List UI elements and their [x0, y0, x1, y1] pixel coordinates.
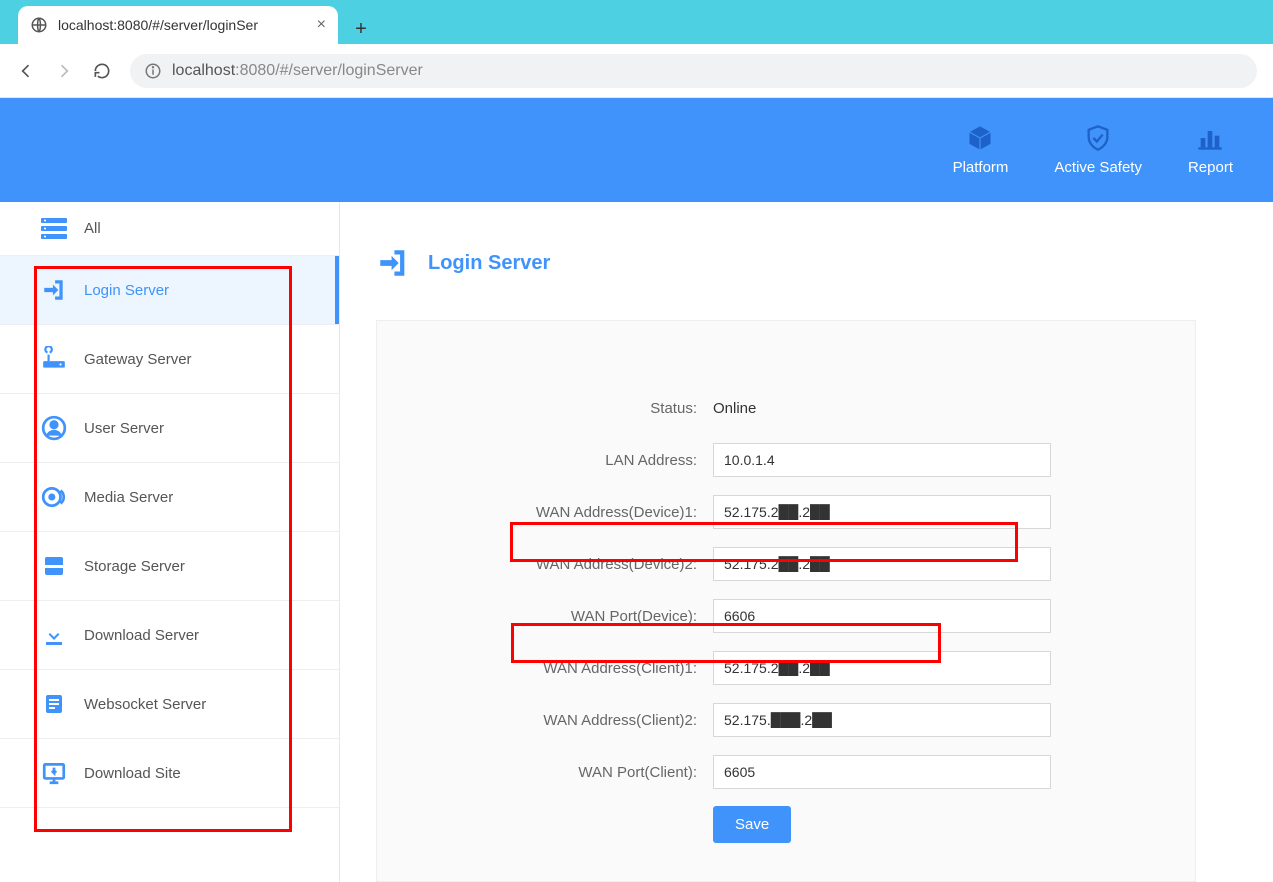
input-wan-client2[interactable]	[713, 703, 1051, 737]
user-icon	[40, 414, 68, 442]
shield-check-icon	[1083, 125, 1113, 151]
url-box[interactable]: localhost:8080/#/server/loginServer	[130, 54, 1257, 88]
sidebar-item-login-server[interactable]: Login Server	[0, 256, 339, 325]
sidebar-item-gateway-server[interactable]: Gateway Server	[0, 325, 339, 394]
label-wan-port-device: WAN Port(Device):	[417, 608, 697, 625]
sidebar-item-label: All	[84, 220, 101, 237]
row-status: Status: Online	[417, 391, 1155, 425]
globe-icon	[30, 16, 48, 34]
input-wan-client1[interactable]	[713, 651, 1051, 685]
row-wan-device1: WAN Address(Device)1:	[417, 495, 1155, 529]
page-title: Login Server	[428, 252, 550, 275]
login-icon	[376, 246, 410, 280]
sidebar-item-all[interactable]: All	[0, 202, 339, 256]
value-status: Online	[713, 400, 756, 417]
row-lan-address: LAN Address:	[417, 443, 1155, 477]
header-item-report[interactable]: Report	[1188, 125, 1233, 176]
sidebar-item-media-server[interactable]: Media Server	[0, 463, 339, 532]
info-icon	[144, 62, 162, 80]
sidebar-item-label: Gateway Server	[84, 351, 192, 368]
header-label: Platform	[953, 159, 1009, 176]
row-wan-client1: WAN Address(Client)1:	[417, 651, 1155, 685]
sidebar-item-label: Login Server	[84, 282, 169, 299]
form-panel: Status: Online LAN Address: WAN Address(…	[376, 320, 1196, 882]
browser-tab[interactable]: localhost:8080/#/server/loginSer ×	[18, 6, 338, 44]
row-wan-port-client: WAN Port(Client):	[417, 755, 1155, 789]
browser-chrome: localhost:8080/#/server/loginSer × + loc…	[0, 0, 1273, 98]
sidebar-item-download-site[interactable]: Download Site	[0, 739, 339, 808]
main-panel: Login Server Status: Online LAN Address:…	[340, 202, 1273, 882]
forward-button[interactable]	[54, 61, 76, 81]
input-lan-address[interactable]	[713, 443, 1051, 477]
save-button[interactable]: Save	[713, 806, 791, 843]
tab-title: localhost:8080/#/server/loginSer	[58, 17, 258, 33]
input-wan-port-client[interactable]	[713, 755, 1051, 789]
input-wan-device1[interactable]	[713, 495, 1051, 529]
servers-icon	[40, 215, 68, 243]
storage-icon	[40, 552, 68, 580]
sidebar-item-label: Media Server	[84, 489, 173, 506]
cube-icon	[965, 125, 995, 151]
label-wan-client1: WAN Address(Client)1:	[417, 660, 697, 677]
sidebar-item-label: Websocket Server	[84, 696, 206, 713]
address-bar: localhost:8080/#/server/loginServer	[0, 44, 1273, 98]
header-item-safety[interactable]: Active Safety	[1054, 125, 1142, 176]
label-lan-address: LAN Address:	[417, 452, 697, 469]
document-icon	[40, 690, 68, 718]
reload-button[interactable]	[92, 61, 114, 81]
sidebar-item-label: Download Server	[84, 627, 199, 644]
router-icon	[40, 345, 68, 373]
header-label: Active Safety	[1054, 159, 1142, 176]
label-wan-device1: WAN Address(Device)1:	[417, 504, 697, 521]
url-path: :8080/#/server/loginServer	[235, 62, 423, 79]
page-title-row: Login Server	[376, 246, 1273, 280]
sidebar-item-storage-server[interactable]: Storage Server	[0, 532, 339, 601]
label-status: Status:	[417, 400, 697, 417]
url-host: localhost	[172, 62, 235, 79]
media-icon	[40, 483, 68, 511]
row-wan-port-device: WAN Port(Device):	[417, 599, 1155, 633]
download-icon	[40, 621, 68, 649]
input-wan-port-device[interactable]	[713, 599, 1051, 633]
row-wan-client2: WAN Address(Client)2:	[417, 703, 1155, 737]
sidebar-item-websocket-server[interactable]: Websocket Server	[0, 670, 339, 739]
header-label: Report	[1188, 159, 1233, 176]
sidebar-item-download-server[interactable]: Download Server	[0, 601, 339, 670]
row-save: . Save	[417, 807, 1155, 841]
sidebar-item-label: Storage Server	[84, 558, 185, 575]
sidebar-item-label: User Server	[84, 420, 164, 437]
label-wan-client2: WAN Address(Client)2:	[417, 712, 697, 729]
url-text: localhost:8080/#/server/loginServer	[172, 62, 423, 80]
tab-close-icon[interactable]: ×	[317, 16, 326, 34]
row-wan-device2: WAN Address(Device)2:	[417, 547, 1155, 581]
bar-chart-icon	[1195, 125, 1225, 151]
label-wan-device2: WAN Address(Device)2:	[417, 556, 697, 573]
sidebar-item-label: Download Site	[84, 765, 181, 782]
sidebar: All Login Server Gateway Server User Ser…	[0, 202, 340, 882]
back-button[interactable]	[16, 61, 38, 81]
tab-strip: localhost:8080/#/server/loginSer × +	[0, 0, 1273, 44]
label-wan-port-client: WAN Port(Client):	[417, 764, 697, 781]
app-header: Platform Active Safety Report	[0, 98, 1273, 202]
header-item-platform[interactable]: Platform	[953, 125, 1009, 176]
sidebar-item-user-server[interactable]: User Server	[0, 394, 339, 463]
input-wan-device2[interactable]	[713, 547, 1051, 581]
content: All Login Server Gateway Server User Ser…	[0, 202, 1273, 882]
new-tab-button[interactable]: +	[346, 14, 376, 44]
monitor-download-icon	[40, 759, 68, 787]
login-icon	[40, 276, 68, 304]
